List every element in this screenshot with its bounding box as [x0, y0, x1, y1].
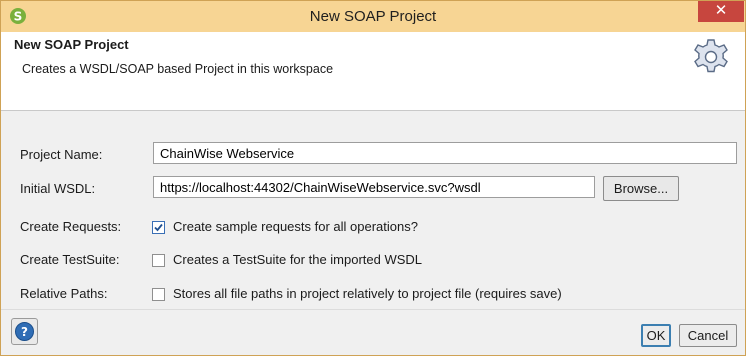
relative-paths-label: Relative Paths:: [20, 286, 108, 301]
project-name-field[interactable]: [153, 142, 737, 164]
project-name-label: Project Name:: [20, 147, 103, 162]
title-bar[interactable]: S New SOAP Project ✕: [1, 1, 745, 32]
create-requests-checkbox[interactable]: [152, 221, 165, 234]
create-requests-label: Create Requests:: [20, 219, 122, 234]
close-icon: ✕: [714, 2, 728, 19]
initial-wsdl-field[interactable]: [153, 176, 595, 198]
create-testsuite-label: Create TestSuite:: [20, 252, 120, 267]
dialog-window: S New SOAP Project ✕ New SOAP Project Cr…: [0, 0, 746, 356]
initial-wsdl-label: Initial WSDL:: [20, 181, 96, 196]
header-description: Creates a WSDL/SOAP based Project in thi…: [22, 62, 334, 76]
svg-text:?: ?: [21, 325, 28, 339]
window-title: New SOAP Project: [309, 8, 437, 25]
cancel-button[interactable]: Cancel: [679, 324, 737, 347]
help-button[interactable]: ?: [11, 318, 38, 345]
browse-button[interactable]: Browse...: [603, 176, 679, 201]
header-title: New SOAP Project: [14, 37, 129, 52]
footer-divider: [1, 309, 745, 310]
relative-paths-text[interactable]: Stores all file paths in project relativ…: [173, 286, 562, 301]
gear-icon: [694, 39, 728, 73]
relative-paths-checkbox[interactable]: [152, 288, 165, 301]
close-button[interactable]: ✕: [698, 1, 744, 22]
help-icon: ?: [15, 322, 34, 341]
checkmark-icon: [154, 223, 163, 232]
create-testsuite-text[interactable]: Creates a TestSuite for the imported WSD…: [173, 252, 422, 267]
create-requests-text[interactable]: Create sample requests for all operation…: [173, 219, 418, 234]
create-testsuite-checkbox[interactable]: [152, 254, 165, 267]
ok-button[interactable]: OK: [641, 324, 671, 347]
